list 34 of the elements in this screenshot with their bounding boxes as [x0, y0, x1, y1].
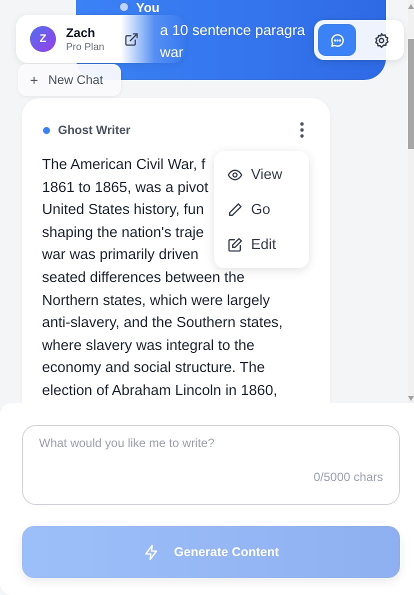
status-dot	[120, 3, 128, 11]
user-name: Zach	[66, 26, 96, 40]
avatar: Z	[30, 26, 56, 52]
menu-item[interactable]: Go	[214, 192, 309, 227]
message-text: election of Abraham Lincoln in 1860,	[42, 382, 278, 401]
message-text: seated differences between the	[42, 268, 245, 288]
edit-icon	[227, 236, 243, 252]
settings-icon	[372, 32, 390, 48]
message-text: anti-slavery, and the Southern states,	[42, 314, 283, 334]
external-link-icon[interactable]	[124, 32, 139, 46]
message-author: Ghost Writer	[58, 123, 132, 137]
message-author: You	[136, 0, 160, 14]
message-text: The American Civil War, f	[42, 156, 206, 175]
message-text: economy and social structure. The	[42, 359, 265, 378]
scrollbar[interactable]	[408, 0, 414, 403]
message-text: 1861 to 1865, was a pivot	[42, 178, 208, 198]
more-options-icon[interactable]	[300, 122, 304, 138]
new-chat-button[interactable]: + New Chat	[18, 64, 121, 96]
message-text: United States history, fun	[42, 201, 204, 220]
char-counter: 0/5000 chars	[314, 470, 383, 484]
message-text: a 10 sentence paragra	[160, 22, 306, 41]
chat-bubble-icon	[328, 32, 346, 48]
menu-item[interactable]: Edit	[214, 227, 309, 262]
menu-item[interactable]: View	[214, 157, 309, 192]
message-text: shaping the nation's traje	[42, 224, 204, 243]
message-text: where slavery was integral to the	[42, 336, 255, 356]
message-text: war	[160, 44, 184, 63]
eye-icon	[227, 166, 243, 182]
pencil-icon	[227, 202, 243, 218]
status-dot	[43, 126, 50, 134]
prompt-field[interactable]: What would you like me to write?	[39, 436, 383, 466]
message-text: war was primarily driven	[42, 246, 199, 266]
message-text: Northern states, which were largely	[42, 292, 270, 311]
plan-label: Pro Plan	[66, 42, 106, 52]
